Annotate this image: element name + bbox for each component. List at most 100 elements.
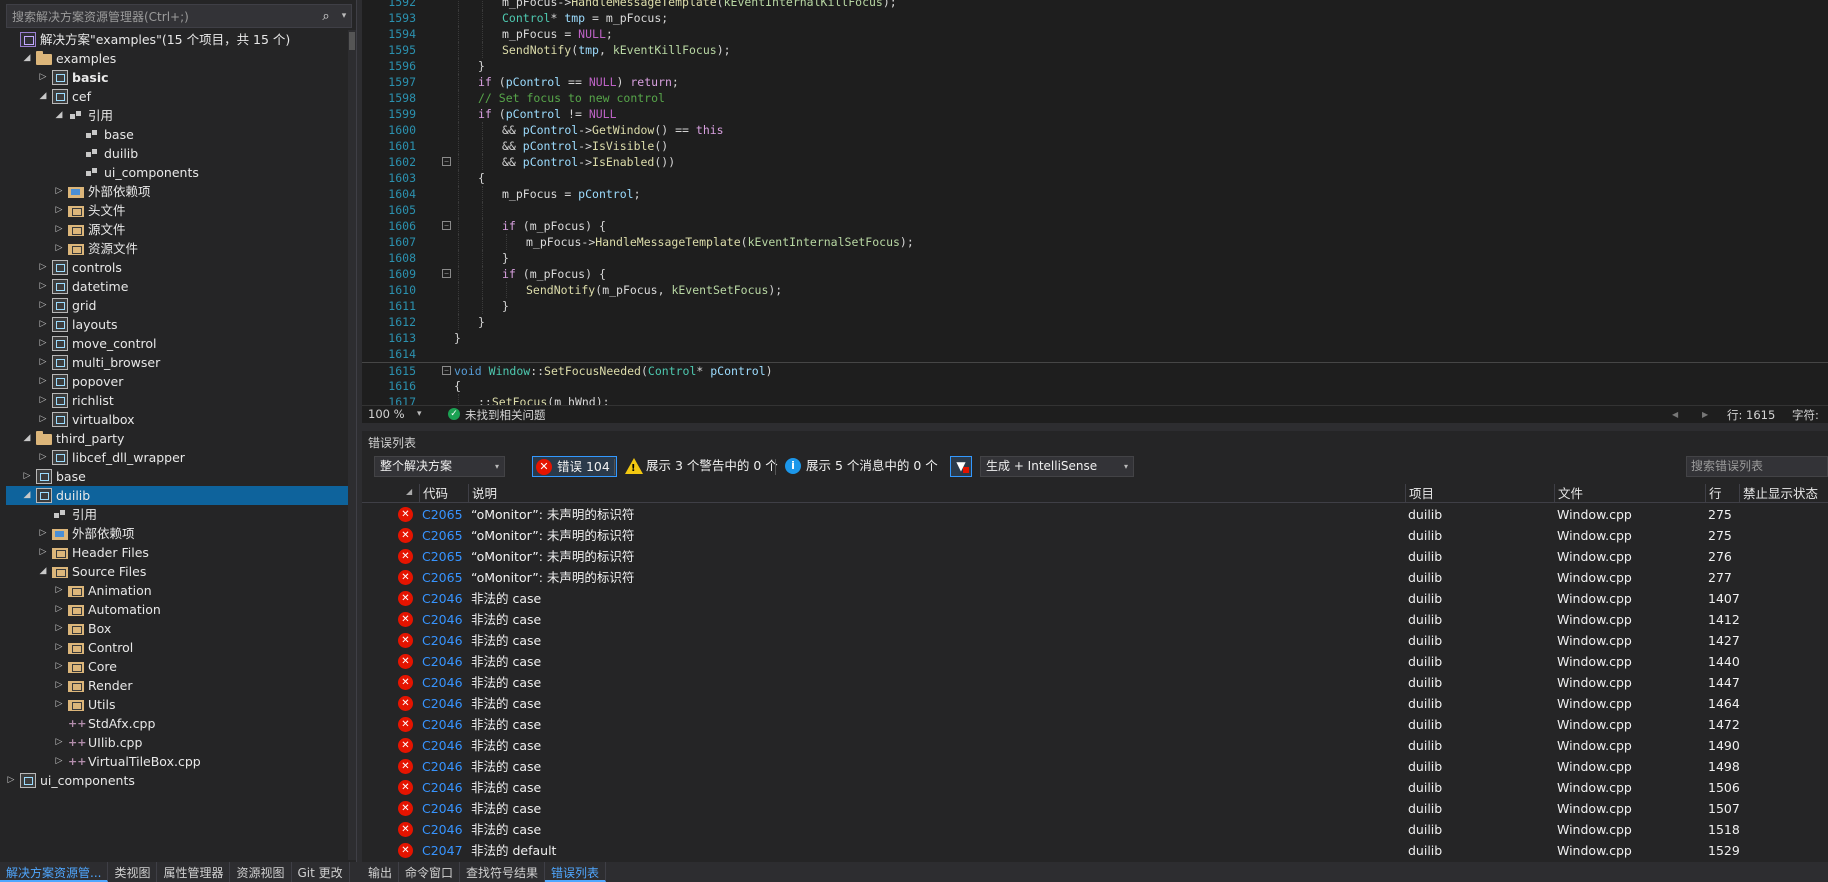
tree-item[interactable]: ▷ move_control <box>6 334 356 353</box>
error-row[interactable]: ✕ C2046 非法的 case duilib Window.cpp 1412 <box>362 609 1828 630</box>
zoom-level[interactable]: 100 % <box>368 407 405 421</box>
collapse-icon[interactable]: − <box>442 157 451 166</box>
code-line[interactable]: 1615 − void Window::SetFocusNeeded(Control… <box>362 362 1828 378</box>
collapsed-arrow-icon[interactable]: ▷ <box>52 619 66 638</box>
tree-item[interactable]: ◢ third_party <box>6 429 356 448</box>
collapse-icon[interactable]: − <box>442 269 451 278</box>
error-code-link[interactable]: C2047 <box>422 840 463 861</box>
error-code-link[interactable]: C2046 <box>422 798 463 819</box>
tree-item[interactable]: ◢ duilib <box>6 486 356 505</box>
code-line[interactable]: 1611} <box>362 298 1828 314</box>
tree-item[interactable]: ▷ Core <box>6 657 356 676</box>
code-line[interactable]: 1593 Control* tmp = m_pFocus; <box>362 10 1828 26</box>
collapsed-arrow-icon[interactable]: ▷ <box>52 581 66 600</box>
error-row[interactable]: ✕ C2047 非法的 default duilib Window.cpp 1529 <box>362 840 1828 861</box>
clear-filter-button[interactable]: ▼ <box>950 456 972 477</box>
code-line[interactable]: 1592 m_pFocus->HandleMessageTemplate(kEve… <box>362 0 1828 10</box>
search-icon[interactable]: ⌕ <box>315 9 337 24</box>
explorer-tab[interactable]: 解决方案资源管... <box>0 862 109 882</box>
collapsed-arrow-icon[interactable]: ▷ <box>52 220 66 239</box>
error-code-link[interactable]: C2065 <box>422 504 463 525</box>
tree-item[interactable]: ▷ basic <box>6 68 356 87</box>
tree-item[interactable]: ◢ 引用 <box>6 106 356 125</box>
tree-item[interactable]: ◢ examples <box>6 49 356 68</box>
code-line[interactable]: 1607 m_pFocus->HandleMessageTemplate(kEve… <box>362 234 1828 250</box>
explorer-tab[interactable]: 属性管理器 <box>157 862 231 882</box>
error-row[interactable]: ✕ C2046 非法的 case duilib Window.cpp 1472 <box>362 714 1828 735</box>
tree-item[interactable]: base <box>6 125 356 144</box>
error-code-link[interactable]: C2046 <box>422 819 463 840</box>
tree-item[interactable]: ▷ Automation <box>6 600 356 619</box>
tree-item[interactable]: ▷ multi_browser <box>6 353 356 372</box>
scope-dropdown[interactable]: 整个解决方案 ▾ <box>374 456 505 477</box>
tree-item[interactable]: ▷ richlist <box>6 391 356 410</box>
code-line[interactable]: 1614 <box>362 346 1828 362</box>
error-row[interactable]: ✕ C2046 非法的 case duilib Window.cpp 1427 <box>362 630 1828 651</box>
explorer-tab[interactable]: 资源视图 <box>230 862 292 882</box>
explorer-search-input[interactable]: 搜索解决方案资源管理器(Ctrl+;) <box>7 8 315 25</box>
tree-item[interactable]: ▷ 外部依赖项 <box>6 524 356 543</box>
code-line[interactable]: 1597 if (pControl == NULL) return; <box>362 74 1828 90</box>
column-header-description[interactable]: 说明 <box>468 484 1405 503</box>
expanded-arrow-icon[interactable]: ◢ <box>52 106 66 125</box>
code-line[interactable]: 1616 { <box>362 378 1828 394</box>
collapsed-arrow-icon[interactable]: ▷ <box>52 182 66 201</box>
expanded-arrow-icon[interactable]: ◢ <box>20 49 34 68</box>
error-code-link[interactable]: C2046 <box>422 651 463 672</box>
scrollbar-thumb[interactable] <box>349 32 355 50</box>
bottom-tab[interactable]: 查找符号结果 <box>460 862 546 882</box>
tree-item[interactable]: ▷ Control <box>6 638 356 657</box>
horizontal-splitter[interactable] <box>362 423 1828 431</box>
collapse-icon[interactable]: − <box>442 366 451 375</box>
tree-item[interactable]: ▷ Box <box>6 619 356 638</box>
expanded-arrow-icon[interactable]: ◢ <box>20 486 34 505</box>
column-header-suppression[interactable]: 禁止显示状态 <box>1739 484 1828 503</box>
collapsed-arrow-icon[interactable]: ▷ <box>36 353 50 372</box>
tree-item[interactable]: ▷ Header Files <box>6 543 356 562</box>
tree-item[interactable]: ▷ datetime <box>6 277 356 296</box>
tree-item[interactable]: ▷ 资源文件 <box>6 239 356 258</box>
tree-item[interactable]: ◢ cef <box>6 87 356 106</box>
tree-item[interactable]: ▷ ui_components <box>6 771 356 790</box>
collapsed-arrow-icon[interactable]: ▷ <box>52 752 66 771</box>
tree-item[interactable]: ▷ 外部依赖项 <box>6 182 356 201</box>
collapsed-arrow-icon[interactable]: ▷ <box>52 239 66 258</box>
error-code-link[interactable]: C2065 <box>422 546 463 567</box>
code-line[interactable]: 1598 // Set focus to new control <box>362 90 1828 106</box>
error-code-link[interactable]: C2046 <box>422 756 463 777</box>
code-line[interactable]: 1604 m_pFocus = pControl; <box>362 186 1828 202</box>
error-code-link[interactable]: C2046 <box>422 714 463 735</box>
tree-item[interactable]: 解决方案"examples"(15 个项目，共 15 个) <box>6 30 356 49</box>
error-code-link[interactable]: C2046 <box>422 777 463 798</box>
code-line[interactable]: 1608} <box>362 250 1828 266</box>
collapsed-arrow-icon[interactable]: ▷ <box>36 391 50 410</box>
tree-item[interactable]: ui_components <box>6 163 356 182</box>
error-list-search-input[interactable]: 搜索错误列表 <box>1686 456 1828 477</box>
bottom-tab[interactable]: 错误列表 <box>545 862 607 882</box>
error-row[interactable]: ✕ C2065 “oMonitor”: 未声明的标识符 duilib Window.cp… <box>362 525 1828 546</box>
error-code-link[interactable]: C2046 <box>422 630 463 651</box>
explorer-tab[interactable]: Git 更改 <box>292 862 350 882</box>
tree-item[interactable]: ▷ controls <box>6 258 356 277</box>
tree-item[interactable]: ▷ Animation <box>6 581 356 600</box>
tree-item[interactable]: duilib <box>6 144 356 163</box>
error-row[interactable]: ✕ C2065 “oMonitor”: 未声明的标识符 duilib Window.cp… <box>362 504 1828 525</box>
issues-status[interactable]: 未找到相关问题 <box>465 407 546 423</box>
column-header-file[interactable]: 文件 <box>1554 484 1705 503</box>
collapsed-arrow-icon[interactable]: ▷ <box>36 277 50 296</box>
error-code-link[interactable]: C2065 <box>422 567 463 588</box>
tree-item[interactable]: ++ StdAfx.cpp <box>6 714 356 733</box>
collapsed-arrow-icon[interactable]: ▷ <box>4 771 18 790</box>
tree-item[interactable]: ▷ Render <box>6 676 356 695</box>
collapsed-arrow-icon[interactable]: ▷ <box>52 201 66 220</box>
column-header-code[interactable]: 代码 <box>419 484 468 503</box>
error-row[interactable]: ✕ C2046 非法的 case duilib Window.cpp 1518 <box>362 819 1828 840</box>
tree-item[interactable]: ▷ base <box>6 467 356 486</box>
collapse-icon[interactable]: − <box>442 221 451 230</box>
expanded-arrow-icon[interactable]: ◢ <box>36 87 50 106</box>
code-line[interactable]: 1601 && pControl->IsVisible() <box>362 138 1828 154</box>
tree-item[interactable]: ▷ Utils <box>6 695 356 714</box>
collapsed-arrow-icon[interactable]: ▷ <box>52 695 66 714</box>
collapsed-arrow-icon[interactable]: ▷ <box>52 600 66 619</box>
tree-item[interactable]: ▷ libcef_dll_wrapper <box>6 448 356 467</box>
